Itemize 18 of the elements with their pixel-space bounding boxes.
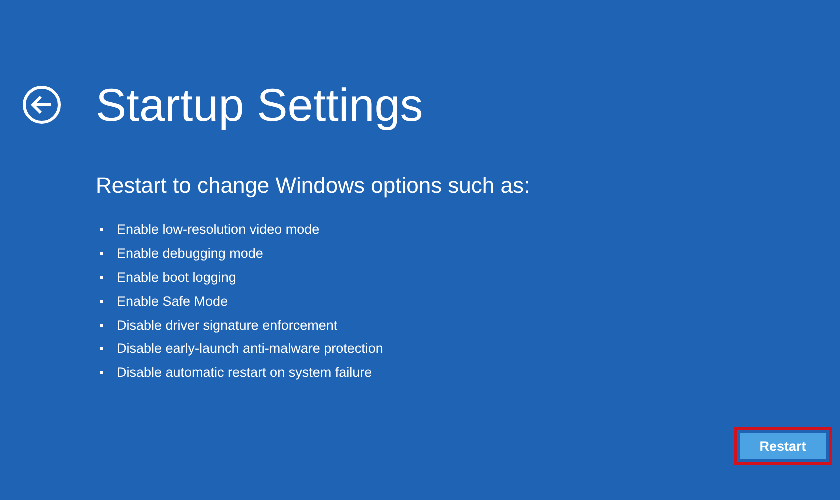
back-icon[interactable] [22, 85, 62, 125]
bullet-icon [100, 228, 103, 232]
page-title: Startup Settings [96, 78, 424, 133]
bullet-icon [100, 347, 103, 350]
option-text: Disable automatic restart on system failure [117, 365, 372, 380]
option-text: Disable driver signature enforcement [117, 318, 338, 333]
option-text: Disable early-launch anti-malware protection [117, 341, 384, 356]
subtitle: Restart to change Windows options such as: [96, 172, 532, 200]
bullet-icon [100, 252, 103, 256]
option-text: Enable boot logging [117, 270, 236, 285]
bullet-icon [100, 300, 103, 303]
option-text: Enable low-resolution video mode [117, 222, 320, 238]
option-text: Enable Safe Mode [117, 294, 228, 309]
bullet-icon [100, 371, 103, 374]
bullet-icon [100, 324, 103, 327]
restart-button[interactable]: Restart [740, 433, 826, 459]
bullet-icon [100, 276, 103, 279]
option-text: Enable debugging mode [117, 246, 264, 262]
